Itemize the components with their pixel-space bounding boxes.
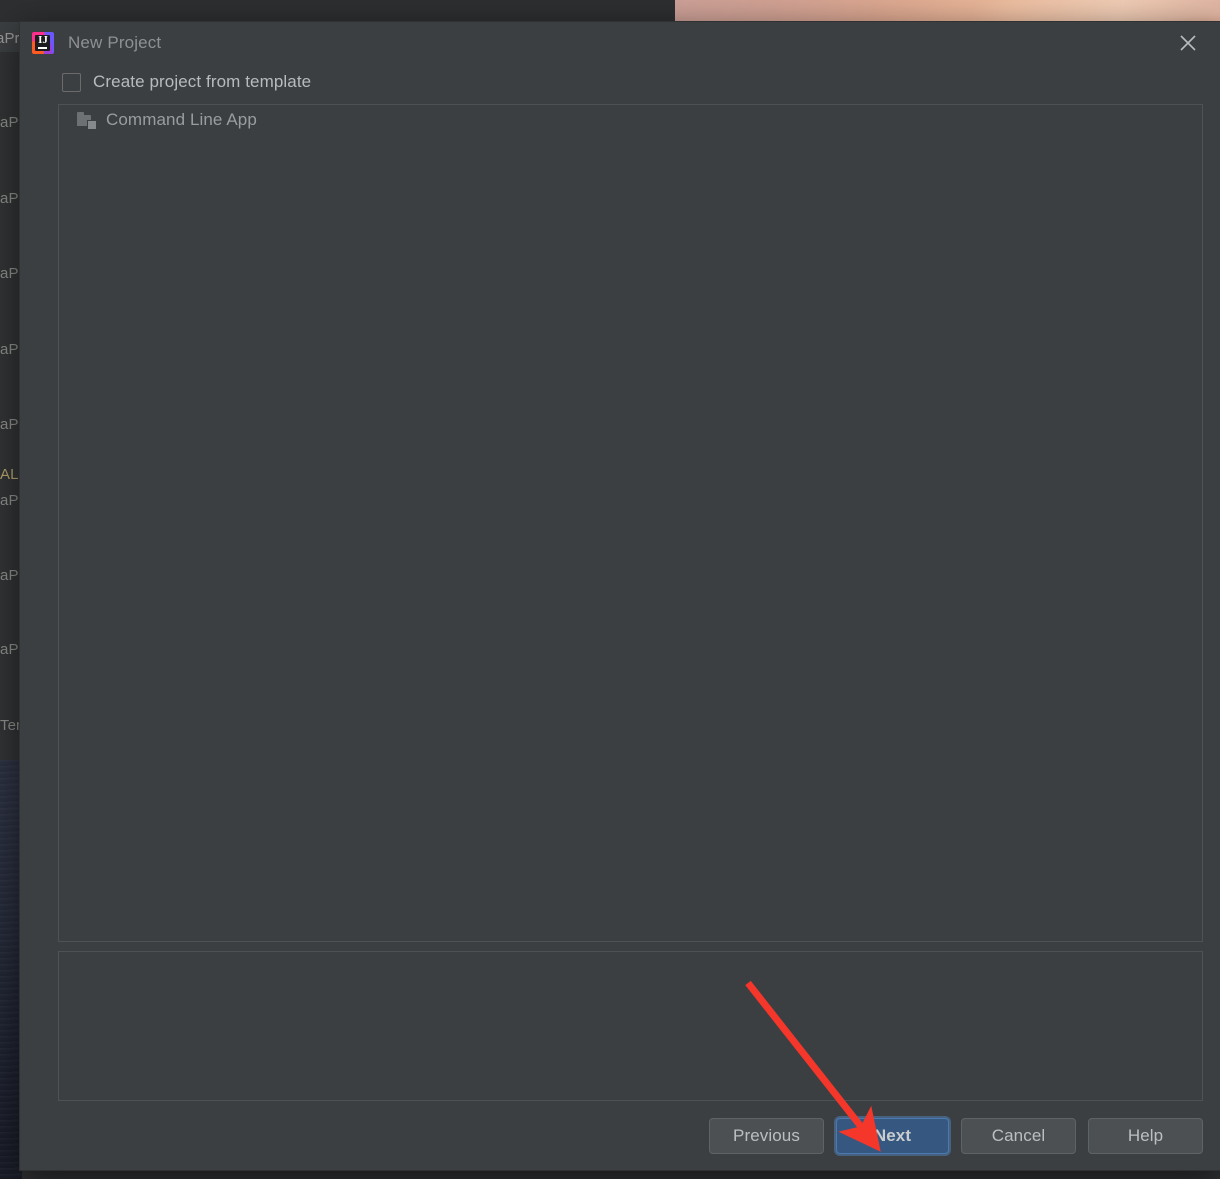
list-item[interactable]: Command Line App	[59, 105, 1202, 135]
list-item-label: Command Line App	[106, 110, 257, 129]
editor-text-line: aP	[0, 265, 19, 282]
editor-text-line: aP	[0, 492, 19, 509]
dark-blue-wallpaper	[0, 760, 22, 1179]
editor-keyword-line: AL	[0, 466, 19, 483]
intellij-idea-logo-icon: IJ	[32, 32, 54, 54]
folder-module-icon	[77, 112, 97, 130]
template-description-panel	[58, 951, 1203, 1101]
editor-text-line: aP	[0, 567, 19, 584]
next-button[interactable]: Next	[836, 1117, 949, 1154]
editor-text-line: aP	[0, 416, 19, 433]
editor-text-line: aP	[0, 641, 19, 658]
dialog-titlebar: IJ New Project	[20, 22, 1220, 64]
editor-text-line: aP	[0, 114, 19, 131]
template-list-panel[interactable]: Command Line App	[58, 104, 1203, 942]
new-project-dialog: IJ New Project Create project from templ…	[20, 22, 1220, 1170]
editor-text-line: aP	[0, 341, 19, 358]
previous-button[interactable]: Previous	[709, 1117, 824, 1154]
logo-underline	[38, 47, 47, 49]
dialog-footer-strip	[20, 1160, 1220, 1170]
sunset-wallpaper	[675, 0, 1220, 22]
editor-text-line: aP	[0, 190, 19, 207]
cancel-button[interactable]: Cancel	[961, 1117, 1076, 1154]
create-from-template-checkbox[interactable]	[62, 72, 81, 92]
create-from-template-row[interactable]: Create project from template	[20, 64, 1220, 104]
dialog-title: New Project	[68, 33, 162, 52]
logo-text: IJ	[38, 34, 48, 46]
close-icon[interactable]	[1172, 27, 1204, 59]
screen-root: aProject\javaweb02 aP aP aP aP aP AL aP …	[0, 0, 1220, 1179]
create-from-template-label: Create project from template	[93, 72, 312, 91]
help-button[interactable]: Help	[1088, 1117, 1203, 1154]
